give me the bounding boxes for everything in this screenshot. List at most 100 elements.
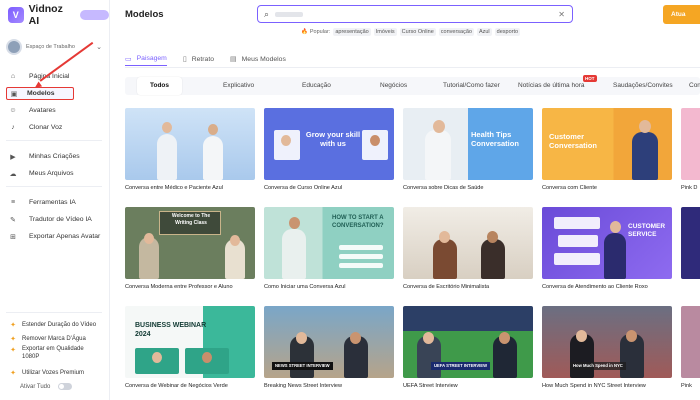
popular-tag[interactable]: Imóveis xyxy=(373,28,397,36)
category-explainer[interactable]: Explicativo xyxy=(223,77,254,95)
nav-label: Avatares xyxy=(29,107,56,114)
template-card[interactable]: UEFA STREET INTERVIEW UEFA Street Interv… xyxy=(403,306,533,389)
landscape-icon: ▭ xyxy=(125,55,132,63)
popular-tag[interactable]: Curso Online xyxy=(399,28,436,36)
search-input[interactable]: ⌕ ✕ xyxy=(257,5,573,23)
page-title: Modelos xyxy=(125,9,164,20)
tab-portrait[interactable]: ▯ Retrato xyxy=(183,52,214,66)
template-card[interactable]: HOW TO START A CONVERSATION? Como Inicia… xyxy=(264,207,394,290)
nav-video-translator[interactable]: ✎ Tradutor de Vídeo IA xyxy=(8,213,104,226)
main-content: Modelos ⌕ ✕ 🔥 Popular: apresentação Imóv… xyxy=(111,0,700,400)
category-more[interactable]: Con xyxy=(689,77,700,95)
template-thumbnail[interactable] xyxy=(681,207,700,279)
category-business[interactable]: Negócios xyxy=(380,77,407,95)
template-thumbnail[interactable]: CUSTOMER SERVICE xyxy=(542,207,672,279)
category-tutorial[interactable]: Tutorial/Como fazer xyxy=(443,77,500,95)
template-card[interactable]: How Much Spend in NYC How Much Spend in … xyxy=(542,306,672,389)
tab-my-templates[interactable]: ▤ Meus Modelos xyxy=(230,52,286,66)
voice-icon: ♪ xyxy=(11,124,15,131)
nav-label: Clonar Voz xyxy=(29,124,63,131)
nav-avatars[interactable]: ☺ Avatares xyxy=(8,104,104,117)
template-title: Conversa Moderna entre Professor e Aluno xyxy=(125,284,233,290)
sidebar: V Vidnoz AI Espaço de Trabalho ⌄ ⌂ Págin… xyxy=(0,0,110,400)
template-thumbnail[interactable]: Grow your skill with us xyxy=(264,108,394,180)
template-card[interactable]: Pink xyxy=(681,306,700,389)
activate-all-toggle[interactable] xyxy=(58,383,72,390)
export-icon: ⊞ xyxy=(10,233,16,241)
tab-landscape[interactable]: ▭ Paisagem xyxy=(125,52,167,66)
template-thumbnail[interactable]: HOW TO START A CONVERSATION? xyxy=(264,207,394,279)
upgrade-button[interactable]: Atua xyxy=(663,5,700,24)
category-education[interactable]: Educação xyxy=(302,77,331,95)
template-title: How Much Spend in NYC Street Interview xyxy=(542,383,646,389)
nav-my-files[interactable]: ☁ Meus Arquivos xyxy=(8,167,104,180)
orientation-tabs: ▭ Paisagem ▯ Retrato ▤ Meus Modelos xyxy=(125,52,302,66)
close-icon[interactable]: ✕ xyxy=(558,10,565,19)
template-title: UEFA Street Interview xyxy=(403,383,458,389)
category-greetings[interactable]: Saudações/Convites xyxy=(613,77,673,95)
nav-ai-tools[interactable]: ≡ Ferramentas IA xyxy=(8,196,104,209)
upgrade-label: Atua xyxy=(671,11,686,18)
template-card[interactable] xyxy=(681,207,700,284)
popular-tag[interactable]: conversação xyxy=(438,28,474,36)
promo-extend-duration[interactable]: ✦ Estender Duração do Vídeo xyxy=(8,318,104,331)
popular-tag[interactable]: apresentação xyxy=(333,28,371,36)
template-card[interactable]: Welcome to The Writing Class Conversa Mo… xyxy=(125,207,255,290)
template-thumbnail[interactable] xyxy=(681,306,700,378)
template-thumbnail[interactable]: UEFA STREET INTERVIEW xyxy=(403,306,533,378)
template-thumbnail[interactable] xyxy=(403,207,533,279)
folder-icon: ▤ xyxy=(230,56,237,63)
template-card[interactable]: Health Tips Conversation Conversa sobre … xyxy=(403,108,533,191)
template-thumbnail[interactable]: BUSINESS WEBINAR 2024 xyxy=(125,306,255,378)
play-icon: ▶ xyxy=(10,153,16,161)
tabs-divider xyxy=(125,67,700,68)
template-thumbnail[interactable]: Customer Conversation xyxy=(542,108,672,180)
nav-label: Tradutor de Vídeo IA xyxy=(29,216,92,223)
divider xyxy=(6,140,102,141)
template-card[interactable]: Pink D xyxy=(681,108,700,191)
thumbnail-overlay-text: NEWS STREET INTERVIEW xyxy=(272,362,333,370)
template-thumbnail[interactable]: NEWS STREET INTERVIEW xyxy=(264,306,394,378)
nav-home[interactable]: ⌂ Página Inicial xyxy=(8,70,104,83)
nav-voice-clone[interactable]: ♪ Clonar Voz xyxy=(8,121,104,134)
template-card[interactable]: Grow your skill with us Conversa de Curs… xyxy=(264,108,394,191)
template-thumbnail[interactable]: Health Tips Conversation xyxy=(403,108,533,180)
nav-templates[interactable]: ▣ Modelos xyxy=(6,87,74,100)
template-thumbnail[interactable]: Welcome to The Writing Class xyxy=(125,207,255,279)
star-icon: ✦ xyxy=(10,335,16,343)
thumbnail-overlay-text: CUSTOMER SERVICE xyxy=(628,223,666,238)
promo-label: Exportar em Qualidade 1080P xyxy=(22,346,84,360)
app-logo: V xyxy=(8,7,24,23)
template-card[interactable]: BUSINESS WEBINAR 2024 Conversa de Webina… xyxy=(125,306,255,389)
template-title: Conversa entre Médico e Paciente Azul xyxy=(125,185,223,191)
plan-badge[interactable] xyxy=(79,10,109,20)
template-card[interactable]: Conversa entre Médico e Paciente Azul xyxy=(125,108,255,191)
category-breaking-news[interactable]: Notícias de última hora xyxy=(518,77,584,95)
nav-my-creations[interactable]: ▶ Minhas Criações xyxy=(8,150,104,163)
category-bar: Todos Explicativo Educação Negócios Tuto… xyxy=(125,75,700,95)
template-card[interactable]: NEWS STREET INTERVIEW Breaking News Stre… xyxy=(264,306,394,389)
brand[interactable]: V Vidnoz AI xyxy=(8,3,109,27)
template-thumbnail[interactable]: How Much Spend in NYC xyxy=(542,306,672,378)
template-title: Conversa de Curso Online Azul xyxy=(264,185,343,191)
template-card[interactable]: Conversa de Escritório Minimalista xyxy=(403,207,533,290)
popular-tag[interactable]: Azul xyxy=(476,28,492,36)
promo-remove-watermark[interactable]: ✦ Remover Marca D'Água xyxy=(8,332,104,345)
promo-export-1080p[interactable]: ✦ Exportar em Qualidade 1080P xyxy=(8,346,104,362)
template-card[interactable]: CUSTOMER SERVICE Conversa de Atendimento… xyxy=(542,207,672,290)
nav-export-avatar[interactable]: ⊞ Exportar Apenas Avatar xyxy=(8,230,104,243)
template-title: Pink D xyxy=(681,185,698,191)
category-all[interactable]: Todos xyxy=(137,77,183,95)
thumbnail-overlay-text: Customer Conversation xyxy=(549,132,597,150)
template-thumbnail[interactable] xyxy=(125,108,255,180)
workspace-label: Espaço de Trabalho xyxy=(26,43,75,50)
template-thumbnail[interactable] xyxy=(681,108,700,180)
cloud-icon: ☁ xyxy=(9,170,17,178)
tab-label: Meus Modelos xyxy=(241,55,286,63)
hot-badge: HOT xyxy=(583,75,597,82)
popular-tag[interactable]: desporto xyxy=(494,28,521,36)
thumbnail-overlay-text: Welcome to The Writing Class xyxy=(171,213,211,226)
template-card[interactable]: Customer Conversation Conversa com Clien… xyxy=(542,108,672,191)
promo-premium-voices[interactable]: ✦ Utilizar Vozes Premium xyxy=(8,366,104,379)
template-title: Conversa com Cliente xyxy=(542,185,598,191)
